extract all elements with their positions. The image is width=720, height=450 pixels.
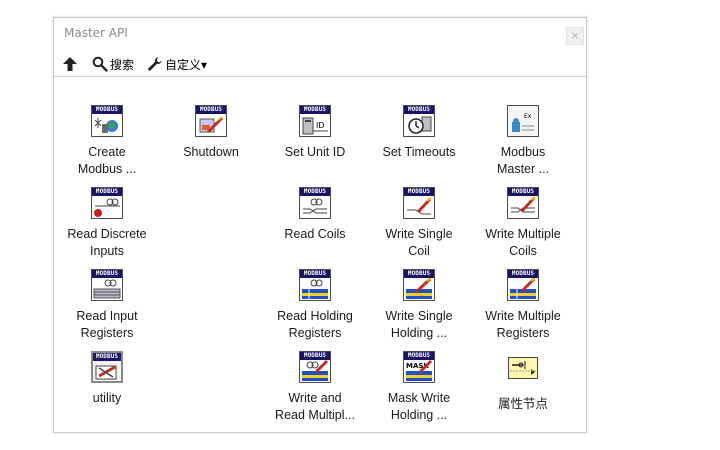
window-title: Master API: [64, 26, 128, 40]
item-label-line1: Read Holding: [277, 309, 353, 323]
item-label-line1: Write Single: [385, 227, 453, 241]
palette-item-utility[interactable]: MODBUS utility: [55, 351, 159, 407]
item-label-line1: Write Single: [385, 309, 453, 323]
customize-button[interactable]: 自定义▾: [147, 55, 207, 73]
palette-item-read-coils[interactable]: MODBUS Read Coils: [263, 187, 367, 243]
close-button[interactable]: ×: [566, 27, 584, 45]
item-label-line1: Set Unit ID: [284, 145, 346, 159]
palette-item-write-and-read-multiple[interactable]: MODBUS Write and Read Multipl...: [263, 351, 367, 424]
item-label-line1: Modbus: [500, 145, 546, 159]
function-palette: MODBUS Create Modbus ... MODBUS Shutdown…: [54, 78, 586, 432]
item-label-line2: Holding ...: [390, 408, 448, 422]
item-label-line2: Holding ...: [390, 326, 448, 340]
palette-item-write-single-coil[interactable]: MODBUS Write Single Coil: [367, 187, 471, 260]
mask-write-holding-icon: MODBUS MASK: [403, 351, 435, 383]
palette-item-shutdown[interactable]: MODBUS Shutdown: [159, 105, 263, 161]
item-label-line1: Write Multiple: [485, 227, 561, 241]
set-timeouts-icon: MODBUS: [403, 105, 435, 137]
item-label-line2: Master ...: [496, 162, 550, 176]
search-icon: [92, 56, 108, 72]
search-button[interactable]: 搜索: [92, 55, 134, 73]
palette-item-write-multiple-coils[interactable]: MODBUS Write Multiple Coils: [471, 187, 575, 260]
shutdown-icon: MODBUS: [195, 105, 227, 137]
item-label-line1: Write and: [288, 391, 342, 405]
search-label: 搜索: [110, 57, 135, 72]
write-single-coil-icon: MODBUS: [403, 187, 435, 219]
item-label-line2: Registers: [80, 326, 134, 340]
customize-label: 自定义▾: [165, 57, 208, 72]
item-label-line2: Modbus ...: [77, 162, 137, 176]
read-input-registers-icon: MODBUS: [91, 269, 123, 301]
write-single-holding-icon: MODBUS: [403, 269, 435, 301]
write-multiple-coils-icon: MODBUS: [507, 187, 539, 219]
item-label-line2: Inputs: [89, 244, 125, 258]
palette-item-write-multiple-registers[interactable]: MODBUS Write Multiple Registers: [471, 269, 575, 342]
up-arrow-icon: [63, 57, 77, 71]
palette-item-property-node[interactable]: 属性节点: [471, 351, 575, 413]
palette-item-write-single-holding[interactable]: MODBUS Write Single Holding ...: [367, 269, 471, 342]
item-label-line2: Coils: [509, 244, 537, 258]
title-bar[interactable]: Master API ×: [54, 18, 586, 48]
utility-folder-icon: MODBUS: [91, 351, 123, 383]
item-label-line1: Mask Write: [387, 391, 451, 405]
write-multiple-registers-icon: MODBUS: [507, 269, 539, 301]
create-modbus-icon: MODBUS: [91, 105, 123, 137]
item-label-line2: Registers: [288, 326, 342, 340]
palette-item-set-timeouts[interactable]: MODBUS Set Timeouts: [367, 105, 471, 161]
item-label-line1: Write Multiple: [485, 309, 561, 323]
read-coils-icon: MODBUS: [299, 187, 331, 219]
item-label-line1: Create: [88, 145, 126, 159]
wrench-icon: [148, 57, 162, 71]
palette-item-mask-write-holding[interactable]: MODBUS MASK Mask Write Holding ...: [367, 351, 471, 424]
item-label-line1: Read Coils: [284, 227, 346, 241]
item-label-line2: Coil: [408, 244, 430, 258]
item-label-line1: Read Input: [76, 309, 138, 323]
palette-item-create-modbus[interactable]: MODBUS Create Modbus ...: [55, 105, 159, 178]
palette-item-modbus-master[interactable]: Ex Modbus Master ...: [471, 105, 575, 178]
palette-item-set-unit-id[interactable]: MODBUS ID Set Unit ID: [263, 105, 367, 161]
svg-text:ID: ID: [316, 121, 325, 130]
read-discrete-inputs-icon: MODBUS: [91, 187, 123, 219]
palette-item-read-discrete-inputs[interactable]: MODBUS Read Discrete Inputs: [55, 187, 159, 260]
up-button[interactable]: [62, 55, 78, 73]
write-and-read-multiple-icon: MODBUS: [299, 351, 331, 383]
item-label-line2: Read Multipl...: [275, 408, 355, 422]
palette-item-read-holding-registers[interactable]: MODBUS Read Holding Registers: [263, 269, 367, 342]
modbus-master-example-icon: Ex: [507, 105, 539, 137]
item-label-line1: Set Timeouts: [382, 145, 456, 159]
palette-item-read-input-registers[interactable]: MODBUS Read Input Registers: [55, 269, 159, 342]
item-label-line1: 属性节点: [497, 397, 548, 411]
ex-text: Ex: [524, 113, 532, 120]
read-holding-registers-icon: MODBUS: [299, 269, 331, 301]
palette-toolbar: 搜索 自定义▾: [54, 51, 586, 77]
item-label-line1: utility: [92, 391, 122, 405]
item-label-line2: Registers: [496, 326, 550, 340]
set-unit-id-icon: MODBUS ID: [299, 105, 331, 137]
item-label-line1: Shutdown: [183, 145, 239, 159]
property-node-icon: [508, 357, 538, 379]
item-label-line1: Read Discrete: [67, 227, 147, 241]
palette-window: Master API × 搜索 自定义▾ MODBUS Create Modbu…: [53, 17, 587, 433]
